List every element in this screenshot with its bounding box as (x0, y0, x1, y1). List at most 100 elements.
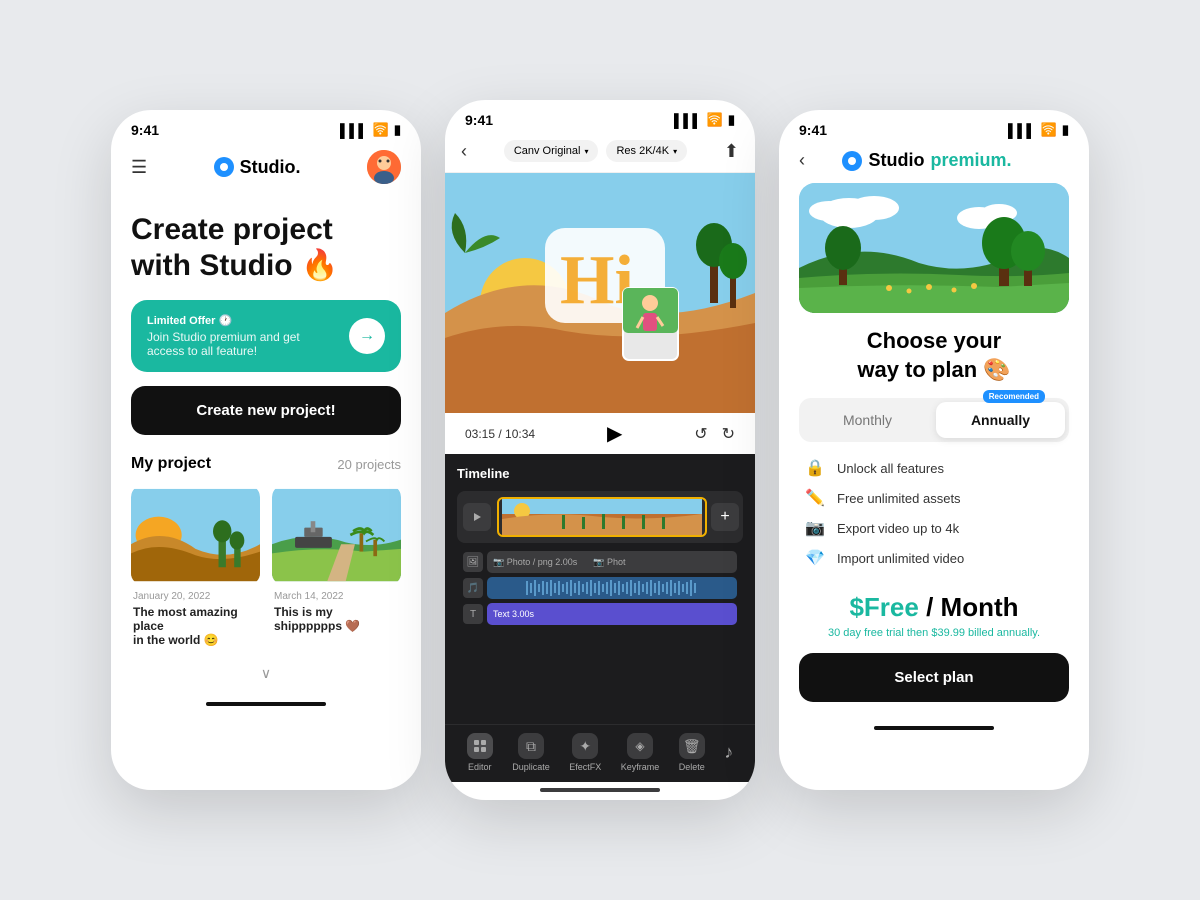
res-control[interactable]: Res 2K/4K ▾ (606, 140, 687, 162)
home-indicator-3 (874, 726, 994, 730)
feature-export-text: Export video up to 4k (837, 521, 959, 536)
create-new-project-button[interactable]: Create new project! (131, 386, 401, 435)
project-count: 20 projects (337, 457, 401, 472)
status-bar-1: 9:41 ▌▌▌ 🛜 ▮ (111, 110, 421, 144)
timeline-label: Timeline (457, 466, 743, 481)
time-current: 03:15 (465, 427, 495, 441)
music-note-icon[interactable]: ♪ (724, 742, 733, 763)
hero-title: Create projectwith Studio 🔥 (131, 213, 338, 282)
project-name-2: This is my shipppppps 🤎 (274, 605, 399, 633)
editor-nav: ‹ Canv Original ▾ Res 2K/4K ▾ ⬆ (445, 134, 755, 173)
feature-import-text: Import unlimited video (837, 551, 964, 566)
undo-button[interactable]: ↺ (694, 424, 707, 444)
editor-label: Editor (468, 762, 492, 772)
audio-track-row: 🎵 (457, 577, 743, 599)
audio-track[interactable] (487, 577, 737, 599)
res-label: Res 2K/4K (616, 145, 669, 157)
track-add-button[interactable]: + (711, 503, 739, 531)
my-project-title: My project (131, 455, 211, 473)
feature-unlock-text: Unlock all features (837, 461, 944, 476)
nav-logo-1: Studio. (214, 157, 301, 178)
offer-desc: Join Studio premium and getaccess to all… (147, 330, 300, 358)
project-card-2[interactable]: March 14, 2022 This is my shipppppps 🤎 (272, 485, 401, 653)
text-track-icon: T (463, 604, 483, 624)
status-time-3: 9:41 (799, 122, 827, 138)
promo-banner[interactable]: Limited Offer 🕐 Join Studio premium and … (131, 300, 401, 372)
time-total: 10:34 (505, 427, 535, 441)
photo-track-icon: 🖼 (463, 552, 483, 572)
wifi-icon: 🛜 (373, 122, 389, 138)
price-period: / Month (926, 592, 1018, 622)
tool-duplicate[interactable]: ⧉ Duplicate (512, 733, 550, 772)
select-plan-button[interactable]: Select plan (799, 653, 1069, 702)
export-icon: 📷 (803, 518, 827, 538)
logo-text-1: Studio. (240, 157, 301, 178)
studio-logo-dot-3 (842, 151, 862, 171)
tool-delete[interactable]: 🗑 Delete (679, 733, 705, 772)
back-button-3[interactable]: ‹ (799, 150, 805, 171)
project-thumb-1 (131, 485, 260, 585)
undo-redo-controls: ↺ ↻ (694, 424, 735, 444)
wifi-icon-2: 🛜 (707, 112, 723, 128)
status-bar-3: 9:41 ▌▌▌ 🛜 ▮ (779, 110, 1089, 144)
project-date-1: January 20, 2022 (133, 591, 258, 602)
canv-control[interactable]: Canv Original ▾ (504, 140, 599, 162)
bottom-toolbar: Editor ⧉ Duplicate ✦ EfectFX ◈ Keyframe … (445, 724, 755, 782)
delete-icon: 🗑 (679, 733, 705, 759)
text-track[interactable]: Text 3.00s (487, 603, 737, 625)
canv-label: Canv Original (514, 145, 581, 157)
status-icons-1: ▌▌▌ 🛜 ▮ (340, 122, 401, 138)
track-play-icon[interactable] (463, 503, 491, 531)
tool-keyframe[interactable]: ◈ Keyframe (621, 733, 660, 772)
premium-text: premium. (930, 150, 1011, 171)
plan-annually-option[interactable]: Annually (936, 402, 1065, 438)
tool-efectfx[interactable]: ✦ EfectFX (569, 733, 601, 772)
promo-text: Limited Offer 🕐 Join Studio premium and … (147, 314, 300, 358)
efectfx-label: EfectFX (569, 762, 601, 772)
editor-icon (467, 733, 493, 759)
feature-assets: ✏️ Free unlimited assets (803, 488, 1065, 508)
phone-screen-3: 9:41 ▌▌▌ 🛜 ▮ ‹ Studio premium. (779, 110, 1089, 790)
main-video-track[interactable]: + (457, 491, 743, 543)
signal-icon-2: ▌▌▌ (674, 113, 702, 128)
redo-button[interactable]: ↻ (722, 424, 735, 444)
phone-screen-2: 9:41 ▌▌▌ 🛜 ▮ ‹ Canv Original ▾ Res 2K/4K… (445, 100, 755, 800)
delete-label: Delete (679, 762, 705, 772)
wifi-icon-3: 🛜 (1041, 122, 1057, 138)
top-nav-3: ‹ Studio premium. (779, 144, 1089, 183)
duplicate-icon: ⧉ (518, 733, 544, 759)
phone-screen-1: 9:41 ▌▌▌ 🛜 ▮ ☰ Studio. (111, 110, 421, 790)
promo-arrow[interactable]: → (349, 318, 385, 354)
my-project-header: My project 20 projects (111, 455, 421, 485)
project-info-1: January 20, 2022 The most amazing placei… (131, 585, 260, 653)
photo-track[interactable]: 📷 Photo / png 2.00s 📷 Phot (487, 551, 737, 573)
project-name-1: The most amazing placein the world 😊 (133, 605, 258, 647)
keyframe-label: Keyframe (621, 762, 660, 772)
back-button[interactable]: ‹ (461, 141, 467, 162)
nav-logo-3: Studio premium. (815, 150, 1039, 171)
play-button[interactable]: ▶ (607, 421, 622, 446)
project-grid: January 20, 2022 The most amazing placei… (111, 485, 421, 653)
recommended-badge: Recomended (983, 390, 1045, 403)
signal-icon: ▌▌▌ (340, 123, 368, 138)
photo-track-row: 🖼 📷 Photo / png 2.00s 📷 Phot (457, 551, 743, 573)
features-list: 🔒 Unlock all features ✏️ Free unlimited … (779, 458, 1089, 568)
duplicate-label: Duplicate (512, 762, 550, 772)
status-time-1: 9:41 (131, 122, 159, 138)
video-preview: Hi (445, 173, 755, 413)
import-icon: 💎 (803, 548, 827, 568)
res-dropdown-icon: ▾ (673, 147, 677, 156)
trial-text: 30 day free trial then $39.99 billed ann… (779, 627, 1089, 639)
audio-track-icon: 🎵 (463, 578, 483, 598)
tool-editor[interactable]: Editor (467, 733, 493, 772)
unlock-icon: 🔒 (803, 458, 827, 478)
project-card-1[interactable]: January 20, 2022 The most amazing placei… (131, 485, 260, 653)
hero-image (799, 183, 1069, 313)
chevron-down-icon[interactable]: ∨ (111, 653, 421, 694)
offer-label: Limited Offer 🕐 (147, 314, 300, 327)
hamburger-icon[interactable]: ☰ (131, 157, 147, 178)
plan-monthly-option[interactable]: Monthly (803, 402, 932, 438)
avatar-1[interactable] (367, 150, 401, 184)
battery-icon-3: ▮ (1062, 122, 1069, 138)
share-button[interactable]: ⬆ (724, 141, 739, 162)
